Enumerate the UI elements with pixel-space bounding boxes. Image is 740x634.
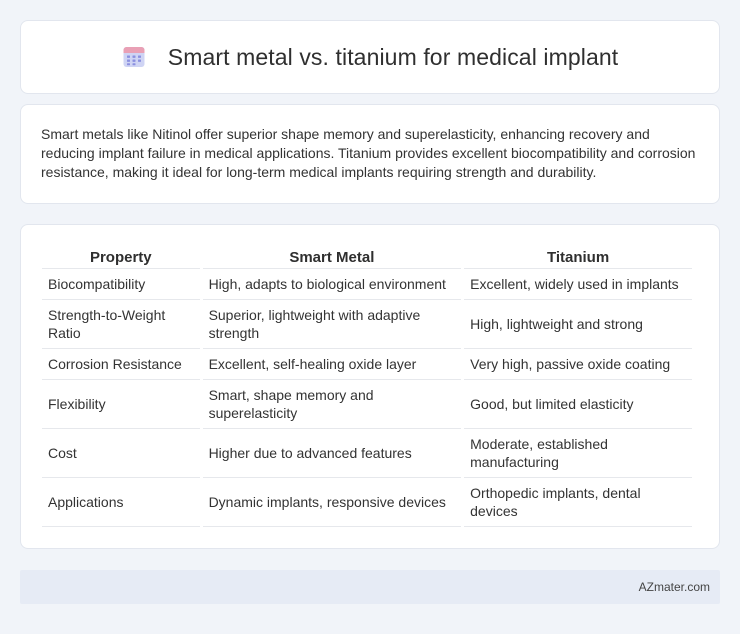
description-card: Smart metals like Nitinol offer superior… [20, 104, 720, 204]
title-wrap: Smart metal vs. titanium for medical imp… [122, 44, 619, 71]
footer-bar: AZmater.com [20, 570, 720, 604]
table-row: Applications Dynamic implants, responsiv… [42, 478, 692, 527]
smart-metal-cell: High, adapts to biological environment [202, 269, 462, 300]
titanium-cell: Good, but limited elasticity [464, 380, 692, 429]
property-cell: Corrosion Resistance [42, 349, 200, 380]
column-header-titanium: Titanium [464, 245, 692, 269]
table-row: Biocompatibility High, adapts to biologi… [42, 269, 692, 300]
titanium-cell: Orthopedic implants, dental devices [464, 478, 692, 527]
footer-source-text: AZmater.com [638, 580, 710, 594]
property-cell: Applications [42, 478, 200, 527]
column-header-smart-metal: Smart Metal [202, 245, 462, 269]
titanium-cell: Moderate, established manufacturing [464, 429, 692, 478]
description-text: Smart metals like Nitinol offer superior… [41, 126, 696, 180]
property-cell: Flexibility [42, 380, 200, 429]
property-cell: Cost [42, 429, 200, 478]
smart-metal-cell: Excellent, self-healing oxide layer [202, 349, 462, 380]
property-cell: Biocompatibility [42, 269, 200, 300]
page-title: Smart metal vs. titanium for medical imp… [167, 43, 619, 70]
property-cell: Strength-to-Weight Ratio [42, 300, 200, 349]
titanium-cell: Excellent, widely used in implants [464, 269, 692, 300]
calendar-icon [123, 47, 145, 67]
column-header-property: Property [42, 245, 200, 269]
title-card: Smart metal vs. titanium for medical imp… [20, 20, 720, 94]
smart-metal-cell: Higher due to advanced features [202, 429, 462, 478]
titanium-cell: High, lightweight and strong [464, 300, 692, 349]
table-row: Flexibility Smart, shape memory and supe… [42, 380, 692, 429]
table-header-row: Property Smart Metal Titanium [42, 245, 692, 269]
table-row: Strength-to-Weight Ratio Superior, light… [42, 300, 692, 349]
smart-metal-cell: Superior, lightweight with adaptive stre… [202, 300, 462, 349]
titanium-cell: Very high, passive oxide coating [464, 349, 692, 380]
comparison-table: Property Smart Metal Titanium Biocompati… [39, 245, 695, 527]
table-row: Cost Higher due to advanced features Mod… [42, 429, 692, 478]
table-row: Corrosion Resistance Excellent, self-hea… [42, 349, 692, 380]
smart-metal-cell: Smart, shape memory and superelasticity [202, 380, 462, 429]
smart-metal-cell: Dynamic implants, responsive devices [202, 478, 462, 527]
comparison-table-card: Property Smart Metal Titanium Biocompati… [20, 224, 720, 549]
